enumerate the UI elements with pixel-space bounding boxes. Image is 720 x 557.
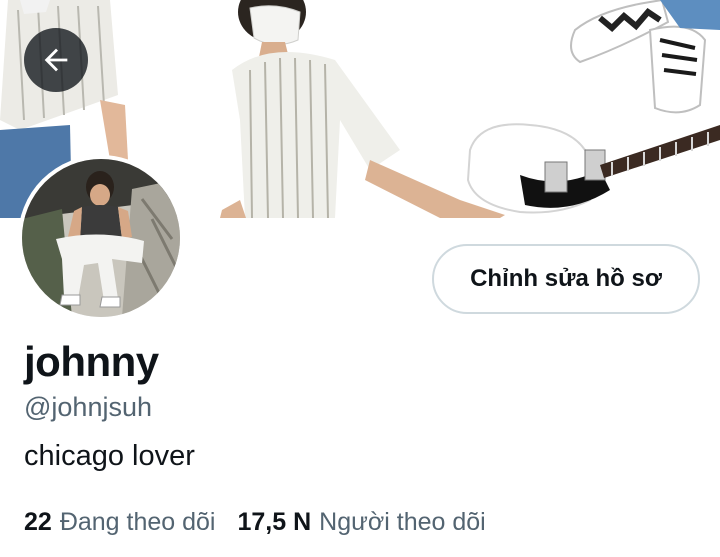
followers-count: 17,5 N — [237, 508, 312, 536]
avatar-image — [22, 159, 180, 317]
following-count: 22 — [24, 508, 52, 536]
followers-label: Người theo dõi — [319, 508, 486, 536]
profile-stats: 22 Đang theo dõi 17,5 N Người theo dõi — [24, 508, 486, 537]
arrow-left-icon — [44, 48, 68, 72]
profile-bio: chicago lover — [24, 440, 195, 472]
avatar[interactable] — [18, 155, 184, 321]
following-label: Đang theo dõi — [59, 508, 216, 536]
following-link[interactable]: 22 Đang theo dõi — [24, 508, 216, 537]
profile-name: johnny — [24, 338, 159, 385]
followers-link[interactable]: 17,5 N Người theo dõi — [238, 508, 486, 537]
back-button[interactable] — [24, 28, 88, 92]
profile-handle: @johnjsuh — [24, 392, 152, 422]
edit-profile-button[interactable]: Chỉnh sửa hồ sơ — [432, 244, 700, 314]
